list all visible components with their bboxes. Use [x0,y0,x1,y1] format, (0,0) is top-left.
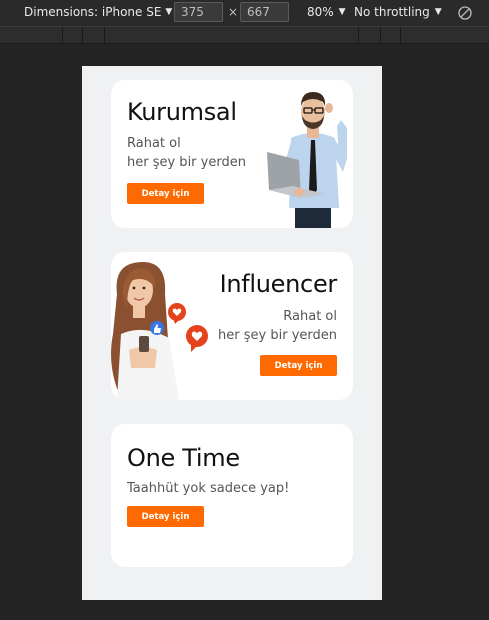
card-title: Kurumsal [127,98,237,126]
dimensions-label: Dimensions: iPhone SE [24,5,162,19]
subtitle-line: her şey bir yerden [218,328,337,343]
device-viewport: Kurumsal Rahat ol her şey bir yerden Det… [82,66,382,600]
media-query-ruler [0,26,489,44]
one-time-card: One Time Taahhüt yok sadece yap! Detay i… [111,424,353,567]
businessman-illustration [267,92,347,228]
dimensions-select[interactable]: Dimensions: iPhone SE ▼ [24,5,172,19]
detail-button[interactable]: Detay için [260,355,337,376]
heart-bubble-icon [186,325,208,352]
card-title: Influencer [219,270,338,298]
zoom-select[interactable]: 80% ▼ [307,5,346,19]
detail-button[interactable]: Detay için [127,506,204,527]
times-symbol: × [228,5,239,19]
throttling-select[interactable]: No throttling ▼ [354,5,442,19]
throttling-label: No throttling [354,5,430,19]
like-bubble-icon [150,321,164,335]
card-subtitle: Taahhüt yok sadece yap! [127,481,290,496]
subtitle-line: Rahat ol [127,136,181,151]
card-title: One Time [127,444,240,472]
width-input[interactable] [174,2,223,22]
influencer-card: Influencer Rahat ol her şey bir yerden D… [111,252,353,400]
caret-down-icon: ▼ [434,7,442,17]
kurumsal-card: Kurumsal Rahat ol her şey bir yerden Det… [111,80,353,228]
subtitle-line: Rahat ol [283,309,337,324]
heart-bubble-icon [168,303,186,324]
card-subtitle: Rahat ol her şey bir yerden [218,307,337,345]
caret-down-icon: ▼ [165,7,173,17]
detail-button[interactable]: Detay için [127,183,204,204]
subtitle-line: her şey bir yerden [127,155,246,170]
device-toolbar: Dimensions: iPhone SE ▼ × 80% ▼ No throt… [0,0,489,26]
influencer-illustration [111,262,208,400]
zoom-label: 80% [307,5,334,19]
height-input[interactable] [240,2,289,22]
caret-down-icon: ▼ [338,7,346,17]
card-subtitle: Rahat ol her şey bir yerden [127,134,246,172]
rotate-icon[interactable] [457,5,473,21]
